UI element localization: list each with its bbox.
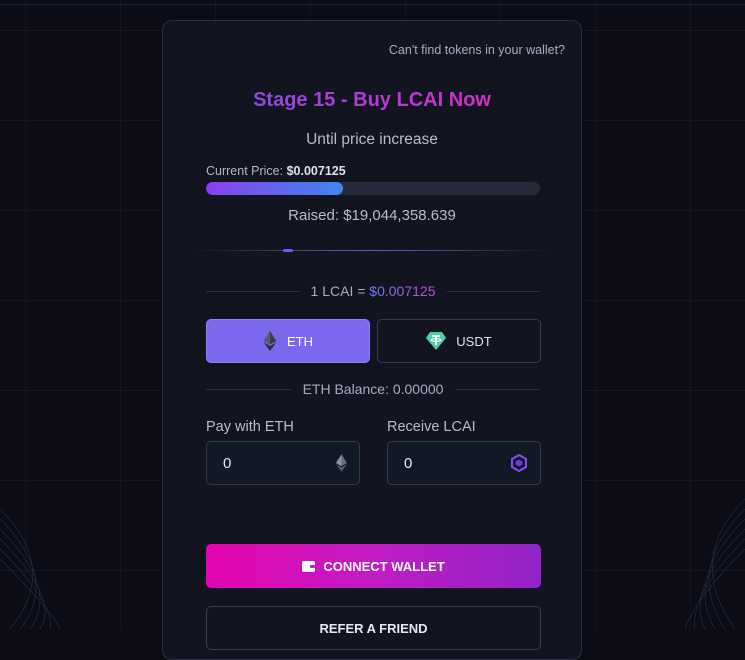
rate-text: 1 LCAI = $0.007125 xyxy=(311,283,436,299)
tab-usdt[interactable]: USDT xyxy=(377,319,541,363)
ethereum-icon xyxy=(263,331,277,351)
wave-decoration-right xyxy=(684,498,745,629)
rate-value: $0.007125 xyxy=(369,283,436,299)
current-price-value: $0.007125 xyxy=(286,164,346,178)
pay-amount-input[interactable] xyxy=(221,453,305,473)
rate-prefix: 1 LCAI = xyxy=(310,283,370,299)
refer-a-friend-label: REFER A FRIEND xyxy=(319,620,428,636)
section-divider xyxy=(193,250,551,251)
stage-title: Stage 15 - Buy LCAI Now xyxy=(163,89,581,112)
tab-usdt-label: USDT xyxy=(456,333,492,349)
raise-progress-bar xyxy=(206,182,540,195)
tether-icon xyxy=(426,332,447,350)
tab-eth[interactable]: ETH xyxy=(206,319,370,363)
current-price-label: Current Price: xyxy=(206,164,284,178)
receive-amount-input[interactable] xyxy=(402,453,486,473)
top-divider xyxy=(0,4,745,5)
receive-label: Receive LCAI xyxy=(387,419,476,435)
connect-wallet-label: CONNECT WALLET xyxy=(323,558,445,574)
pay-amount-field xyxy=(206,441,360,485)
rate-rule-left xyxy=(206,290,299,292)
balance-rule-left xyxy=(206,388,291,390)
raise-progress-fill xyxy=(206,182,343,195)
lcai-token-icon xyxy=(510,454,528,472)
pay-label: Pay with ETH xyxy=(206,419,294,435)
connect-wallet-button[interactable]: CONNECT WALLET xyxy=(206,544,541,588)
wave-decoration-left xyxy=(0,508,61,629)
raised-amount: Raised: $19,044,358.639 xyxy=(288,207,456,224)
divider-glow-dot xyxy=(283,249,293,252)
refer-a-friend-button[interactable]: REFER A FRIEND xyxy=(206,606,541,650)
cant-find-tokens-link[interactable]: Can't find tokens in your wallet? xyxy=(389,43,565,57)
balance-text: ETH Balance: 0.00000 xyxy=(302,381,444,397)
current-price: Current Price: $0.007125 xyxy=(206,164,346,178)
receive-amount-field xyxy=(387,441,541,485)
wallet-icon xyxy=(302,560,316,572)
balance-rule-right xyxy=(455,388,540,390)
until-price-increase: Until price increase xyxy=(306,131,438,148)
exchange-rate: 1 LCAI = $0.007125 xyxy=(206,283,541,299)
rate-rule-right xyxy=(447,290,541,292)
eth-balance: ETH Balance: 0.00000 xyxy=(206,381,540,397)
ethereum-icon xyxy=(336,454,347,472)
presale-card: Can't find tokens in your wallet? Stage … xyxy=(162,20,582,660)
tab-eth-label: ETH xyxy=(287,333,313,349)
